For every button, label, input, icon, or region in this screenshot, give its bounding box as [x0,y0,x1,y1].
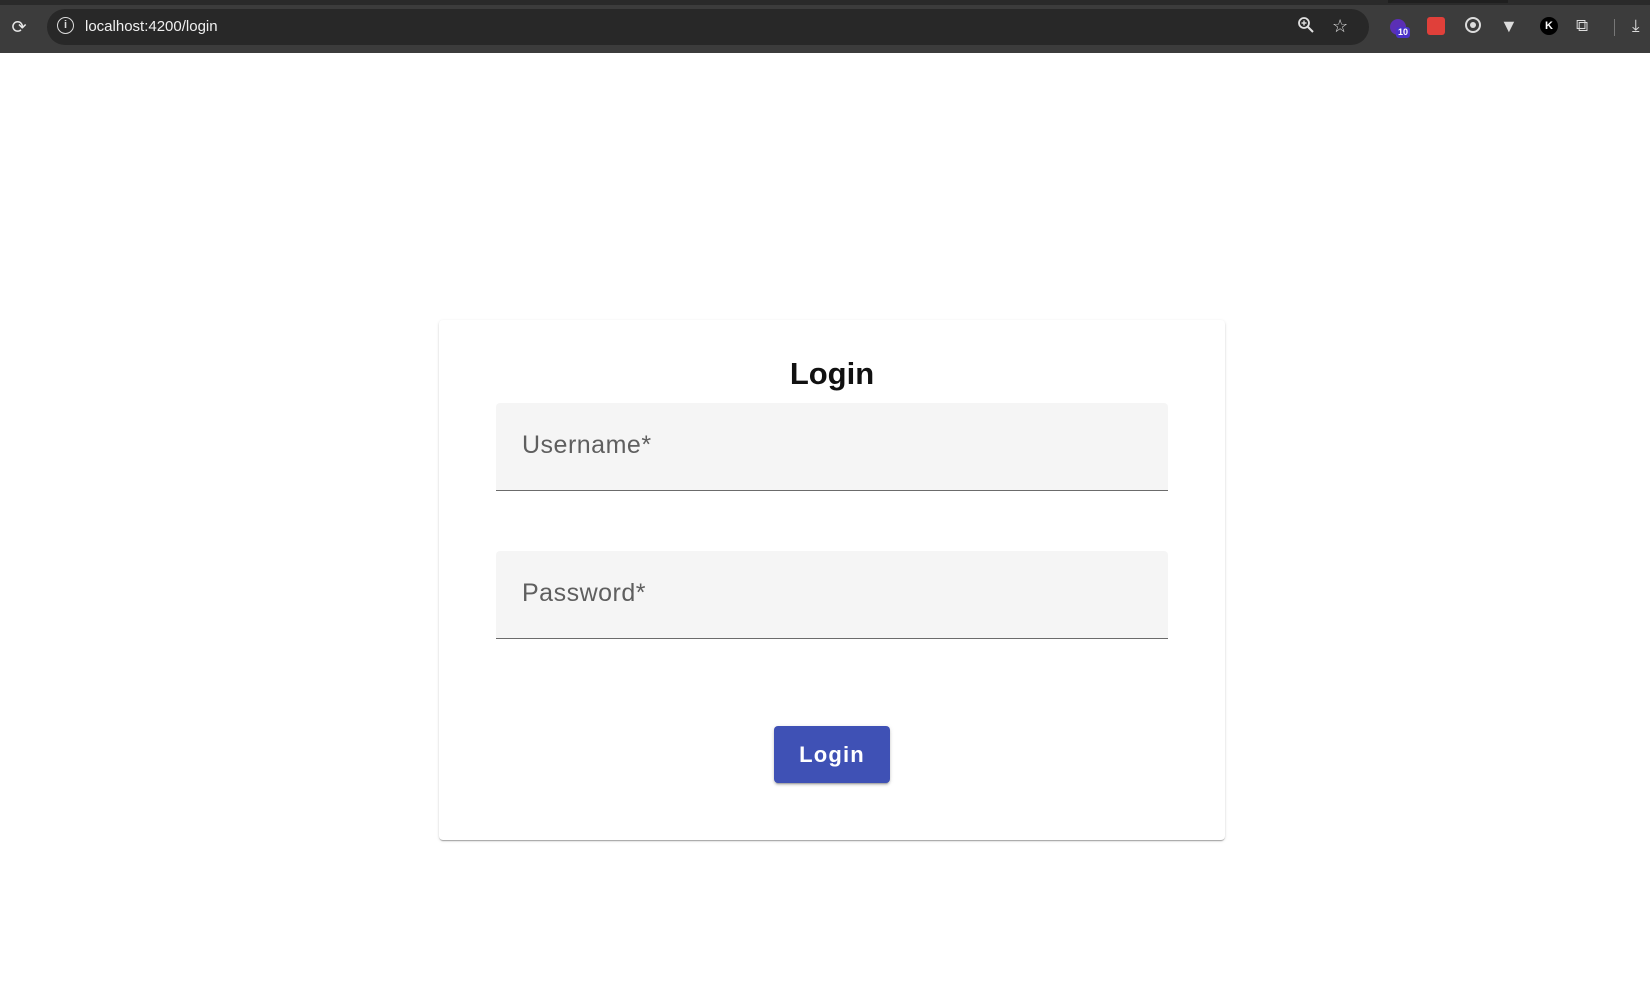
browser-toolbar: ⟳ i localhost:4200/login ☆ 10 ▼ K ⧉ ⤓ [0,0,1650,53]
download-icon[interactable]: ⤓ [1632,15,1640,37]
extension-badge: 10 [1396,27,1411,38]
username-label: Username* [522,431,652,459]
vuetify-icon[interactable]: ▼ [1500,15,1524,39]
login-card: Login Username* Password* Login [439,320,1225,840]
target-ring [1465,17,1481,33]
login-button[interactable]: Login [774,726,890,783]
k-extension-icon[interactable]: K [1538,15,1562,39]
info-icon[interactable]: i [57,17,74,34]
password-field[interactable]: Password* [496,551,1168,639]
target-icon[interactable] [1463,15,1487,39]
zoom-icon[interactable] [1297,16,1315,38]
tab-indicator [1388,0,1508,3]
url-text[interactable]: localhost:4200/login [85,18,218,35]
extension-icon[interactable] [1425,15,1449,39]
reload-icon[interactable]: ⟳ [8,16,30,38]
star-icon[interactable]: ☆ [1332,16,1348,36]
extension-icon-shape [1427,17,1445,35]
username-field[interactable]: Username* [496,403,1168,491]
address-bar[interactable]: i localhost:4200/login ☆ [47,9,1369,45]
extension-icon[interactable]: 10 [1388,15,1412,39]
password-label: Password* [522,579,646,607]
k-glyph: K [1540,17,1558,35]
puzzle-icon[interactable]: ⧉ [1576,15,1600,39]
toolbar-divider [1614,19,1615,36]
page-title: Login [789,356,875,391]
